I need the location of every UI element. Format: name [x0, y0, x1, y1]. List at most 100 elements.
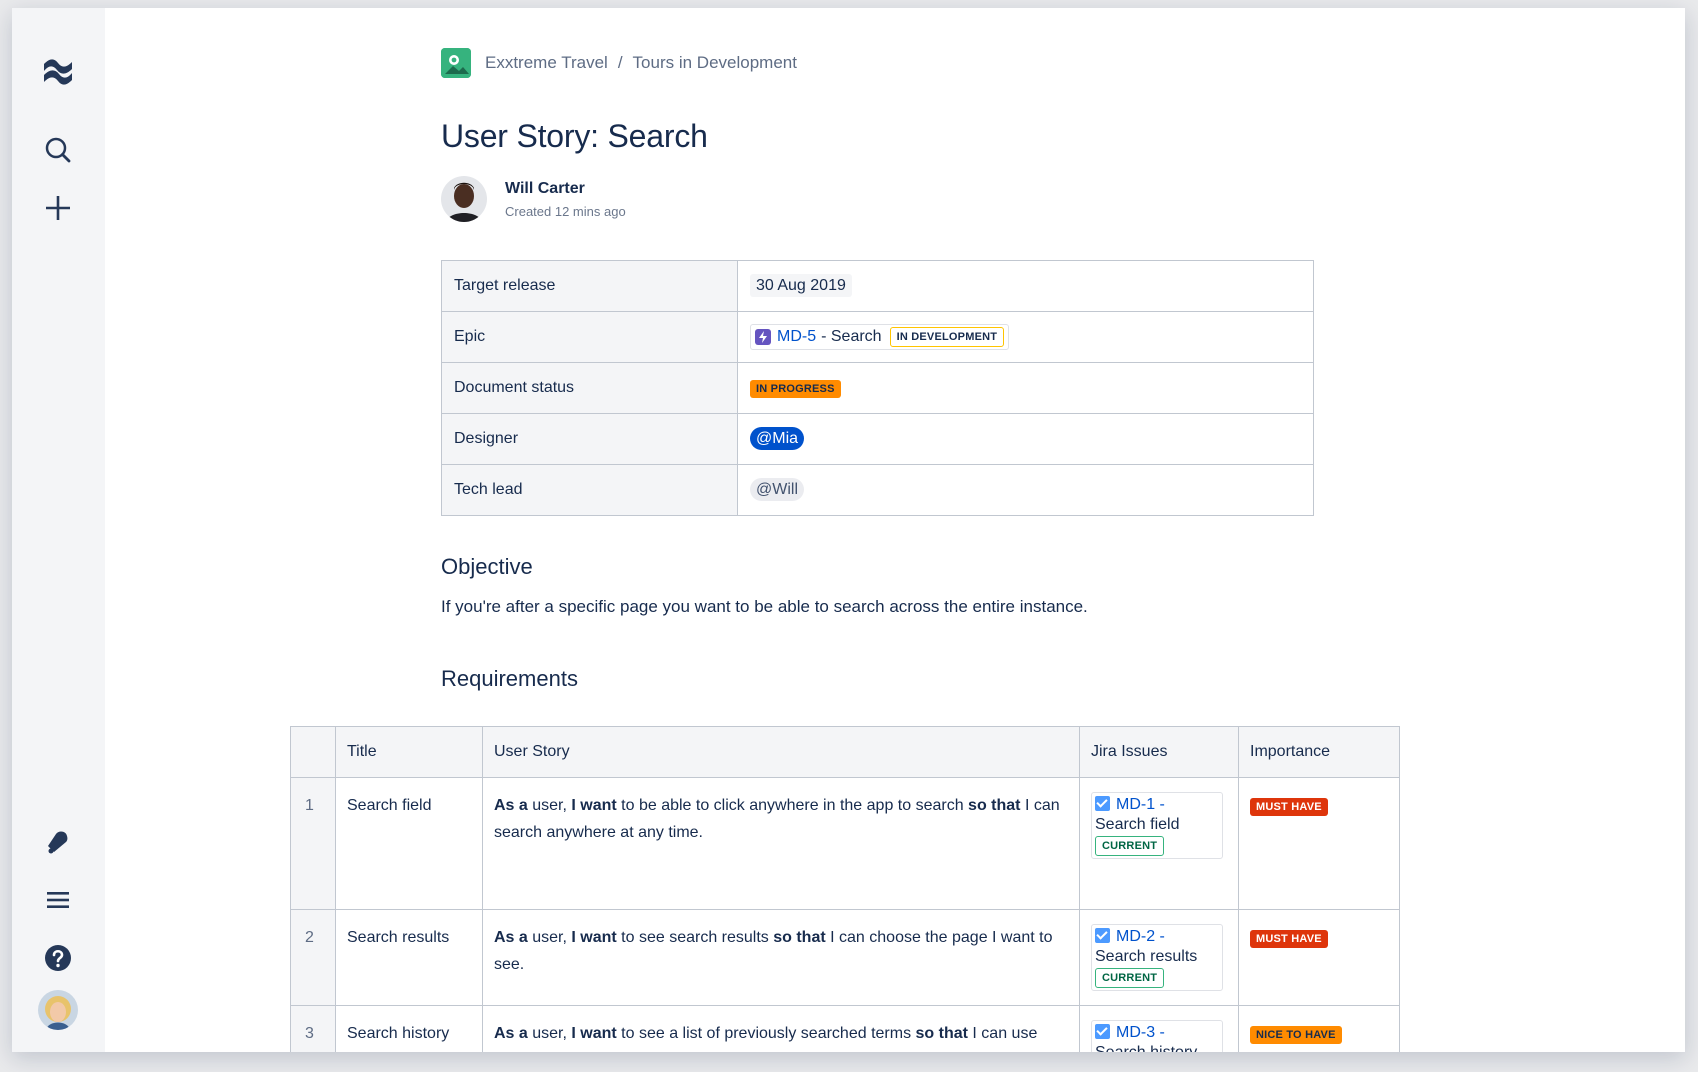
story-i-want: I want: [571, 1025, 617, 1042]
property-value: 30 Aug 2019: [737, 260, 1314, 312]
issue-summary: Search field: [1095, 816, 1180, 833]
story-so-that: so that: [915, 1025, 968, 1042]
importance-cell: NICE TO HAVE: [1238, 1005, 1400, 1052]
story-i-want: I want: [571, 797, 617, 814]
table-header-row: Title User Story Jira Issues Importance: [290, 726, 1400, 778]
tech-lead-mention[interactable]: @Will: [750, 478, 805, 501]
app-window: Exxtreme Travel / Tours in Development U…: [12, 8, 1685, 1052]
page-properties-table: Target release 30 Aug 2019 Epic MD-5 - S…: [441, 260, 1314, 516]
jira-issue-chip[interactable]: MD-1 - Search field CURRENT: [1091, 792, 1223, 859]
story-as-a: As a: [494, 797, 528, 814]
user-story: As a user, I want to see search results …: [482, 909, 1080, 1006]
story-as-a: As a: [494, 929, 528, 946]
task-checkbox-icon: [1095, 928, 1110, 943]
table-row: Target release 30 Aug 2019: [441, 260, 1314, 312]
table-row: 3 Search history As a user, I want to se…: [290, 1005, 1400, 1052]
story-so-that: so that: [773, 929, 826, 946]
story-user: user,: [527, 797, 572, 814]
notification-icon[interactable]: [32, 816, 84, 868]
story-so-that: so that: [968, 797, 1021, 814]
status-badge: IN PROGRESS: [750, 379, 841, 398]
task-checkbox-icon: [1095, 796, 1110, 811]
property-label: Designer: [441, 413, 738, 465]
story-middle: to see a list of previously searched ter…: [616, 1025, 916, 1042]
space-icon[interactable]: [441, 48, 471, 78]
breadcrumb-page-link[interactable]: Tours in Development: [633, 53, 797, 73]
requirements-heading: Requirements: [441, 666, 578, 691]
table-row: Epic MD-5 - Search IN DEVELOPMENT: [441, 311, 1314, 363]
story-user: user,: [527, 929, 572, 946]
user-avatar[interactable]: [38, 990, 78, 1030]
table-row: Designer @Mia: [441, 413, 1314, 465]
epic-icon: [755, 329, 771, 345]
row-number: 2: [290, 909, 336, 1006]
breadcrumb-separator: /: [617, 53, 623, 72]
table-row: 1 Search field As a user, I want to be a…: [290, 777, 1400, 910]
importance-badge: MUST HAVE: [1250, 798, 1328, 816]
epic-summary: - Search: [821, 328, 882, 345]
column-header: Jira Issues: [1079, 726, 1239, 778]
author-name[interactable]: Will Carter: [505, 180, 626, 198]
importance-badge: MUST HAVE: [1250, 930, 1328, 948]
row-number: 1: [290, 777, 336, 910]
search-icon[interactable]: [32, 124, 84, 176]
global-sidebar: [12, 8, 105, 1052]
epic-jira-chip[interactable]: MD-5 - Search IN DEVELOPMENT: [750, 324, 1010, 350]
property-value: @Will: [737, 464, 1314, 516]
status-badge: CURRENT: [1095, 968, 1165, 988]
property-value: MD-5 - Search IN DEVELOPMENT: [737, 311, 1314, 363]
jira-issue-cell: MD-1 - Search field CURRENT: [1079, 777, 1239, 910]
page-content: Exxtreme Travel / Tours in Development U…: [105, 8, 1685, 1052]
confluence-logo-icon[interactable]: [32, 46, 84, 98]
story-i-want: I want: [571, 929, 617, 946]
task-checkbox-icon: [1095, 1024, 1110, 1039]
importance-cell: MUST HAVE: [1238, 909, 1400, 1006]
row-number: 3: [290, 1005, 336, 1052]
issue-summary: Search results: [1095, 948, 1198, 965]
breadcrumb: Exxtreme Travel / Tours in Development: [441, 48, 797, 78]
property-value: @Mia: [737, 413, 1314, 465]
objective-heading: Objective: [441, 554, 533, 579]
column-header: Title: [335, 726, 483, 778]
table-row: Tech lead @Will: [441, 464, 1314, 516]
table-row: Document status IN PROGRESS: [441, 362, 1314, 414]
page-byline: Will Carter Created 12 mins ago: [441, 176, 626, 222]
requirements-table: Title User Story Jira Issues Importance …: [290, 726, 1400, 1052]
status-badge: IN DEVELOPMENT: [889, 327, 1005, 347]
date-chip[interactable]: 30 Aug 2019: [750, 274, 852, 297]
author-avatar[interactable]: [441, 176, 487, 222]
property-label: Document status: [441, 362, 738, 414]
table-row: 2 Search results As a user, I want to se…: [290, 909, 1400, 1006]
story-middle: to be able to click anywhere in the app …: [616, 797, 969, 814]
jira-issue-cell: MD-3 - Search history: [1079, 1005, 1239, 1052]
requirement-title: Search history: [335, 1005, 483, 1052]
jira-issue-chip[interactable]: MD-3 - Search history: [1091, 1020, 1223, 1052]
jira-issue-chip[interactable]: MD-2 - Search results CURRENT: [1091, 924, 1223, 991]
user-story: As a user, I want to see a list of previ…: [482, 1005, 1080, 1052]
property-label: Tech lead: [441, 464, 738, 516]
user-story: As a user, I want to be able to click an…: [482, 777, 1080, 910]
breadcrumb-space-link[interactable]: Exxtreme Travel: [485, 53, 608, 73]
help-icon[interactable]: [32, 932, 84, 984]
property-label: Epic: [441, 311, 738, 363]
importance-badge: NICE TO HAVE: [1250, 1026, 1342, 1044]
story-user: user,: [527, 1025, 572, 1042]
column-header: User Story: [482, 726, 1080, 778]
story-middle: to see search results: [616, 929, 774, 946]
designer-mention[interactable]: @Mia: [750, 427, 805, 450]
jira-issue-cell: MD-2 - Search results CURRENT: [1079, 909, 1239, 1006]
menu-icon[interactable]: [32, 874, 84, 926]
created-timestamp: Created 12 mins ago: [505, 203, 626, 219]
issue-key-link[interactable]: MD-1 -: [1116, 796, 1165, 813]
property-label: Target release: [441, 260, 738, 312]
issue-key-link[interactable]: MD-3 -: [1116, 1024, 1165, 1041]
page-title: User Story: Search: [441, 118, 708, 154]
status-badge: CURRENT: [1095, 836, 1165, 856]
requirement-title: Search field: [335, 777, 483, 910]
property-value: IN PROGRESS: [737, 362, 1314, 414]
story-as-a: As a: [494, 1025, 528, 1042]
issue-key-link[interactable]: MD-2 -: [1116, 928, 1165, 945]
epic-key-link[interactable]: MD-5: [777, 328, 816, 346]
plus-icon[interactable]: [32, 182, 84, 234]
importance-cell: MUST HAVE: [1238, 777, 1400, 910]
